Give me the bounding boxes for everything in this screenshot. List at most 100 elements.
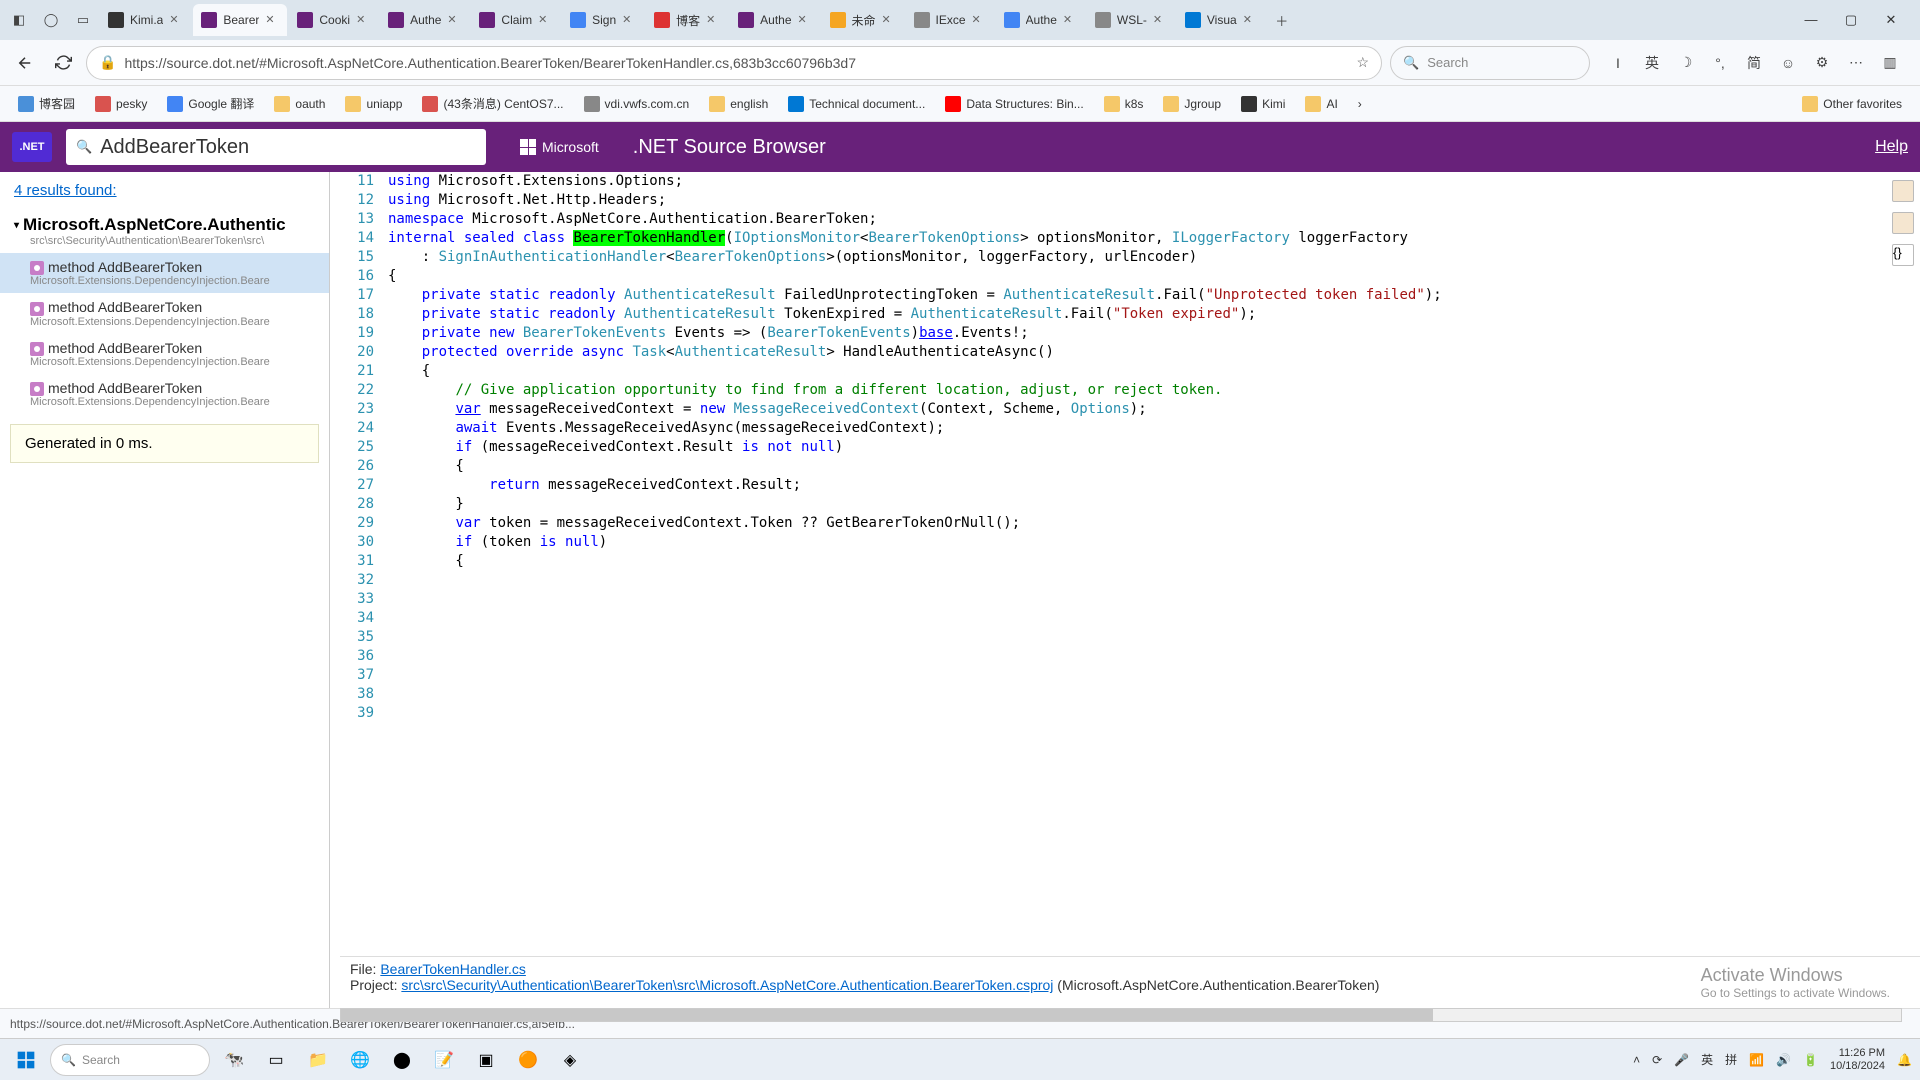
- help-link[interactable]: Help: [1875, 138, 1908, 156]
- browser-tab[interactable]: 未命✕: [822, 4, 904, 36]
- line-number[interactable]: 38: [330, 685, 374, 704]
- line-number[interactable]: 24: [330, 419, 374, 438]
- line-number[interactable]: 16: [330, 267, 374, 286]
- browser-tab[interactable]: Bearer✕: [193, 4, 287, 36]
- tab-actions-icon[interactable]: ▭: [68, 5, 98, 35]
- code-line[interactable]: {: [388, 457, 1920, 476]
- code-content[interactable]: using Microsoft.Extensions.Options;using…: [388, 172, 1920, 571]
- close-tab-icon[interactable]: ✕: [265, 13, 279, 27]
- new-tab-button[interactable]: ＋: [1267, 5, 1297, 35]
- wifi-icon[interactable]: 📶: [1749, 1053, 1764, 1067]
- bookmark-item[interactable]: (43条消息) CentOS7...: [414, 91, 571, 116]
- line-number[interactable]: 25: [330, 438, 374, 457]
- line-number[interactable]: 27: [330, 476, 374, 495]
- battery-icon[interactable]: 🔋: [1803, 1053, 1818, 1067]
- line-number[interactable]: 28: [330, 495, 374, 514]
- emoji-icon[interactable]: ☺: [1776, 51, 1800, 75]
- search-result-item[interactable]: method AddBearerTokenMicrosoft.Extension…: [0, 334, 329, 374]
- browser-tab[interactable]: Sign✕: [562, 4, 644, 36]
- ime-mode[interactable]: 简: [1742, 51, 1766, 75]
- structure-icon[interactable]: [1892, 212, 1914, 234]
- taskbar-app-animal[interactable]: 🐄: [216, 1042, 252, 1078]
- other-favorites[interactable]: Other favorites: [1794, 92, 1910, 116]
- close-tab-icon[interactable]: ✕: [882, 13, 896, 27]
- close-tab-icon[interactable]: ✕: [972, 13, 986, 27]
- line-number[interactable]: 39: [330, 704, 374, 723]
- code-line[interactable]: // Give application opportunity to find …: [388, 381, 1920, 400]
- extensions-icon[interactable]: ⋯: [1844, 51, 1868, 75]
- file-explorer-icon[interactable]: 📁: [300, 1042, 336, 1078]
- browser-search-box[interactable]: 🔍 Search: [1390, 46, 1590, 80]
- start-button[interactable]: [8, 1042, 44, 1078]
- line-number[interactable]: 12: [330, 191, 374, 210]
- bookmark-item[interactable]: vdi.vwfs.com.cn: [576, 91, 698, 116]
- line-number[interactable]: 11: [330, 172, 374, 191]
- code-viewer[interactable]: 1112131415161718192021222324252627282930…: [330, 172, 1920, 1008]
- back-button[interactable]: [10, 48, 40, 78]
- line-number[interactable]: 22: [330, 381, 374, 400]
- code-line[interactable]: var token = messageReceivedContext.Token…: [388, 514, 1920, 533]
- line-number[interactable]: 35: [330, 628, 374, 647]
- scrollbar-thumb[interactable]: [341, 1009, 1433, 1021]
- browser-tab[interactable]: Claim✕: [471, 4, 560, 36]
- line-number[interactable]: 17: [330, 286, 374, 305]
- browser-tab[interactable]: IExce✕: [906, 4, 994, 36]
- volume-icon[interactable]: 🔊: [1776, 1053, 1791, 1067]
- project-link[interactable]: src\src\Security\Authentication\BearerTo…: [401, 977, 1053, 993]
- browser-tab[interactable]: 博客✕: [646, 4, 728, 36]
- source-search-input[interactable]: [100, 136, 476, 159]
- code-line[interactable]: {: [388, 267, 1920, 286]
- braces-icon[interactable]: {}: [1892, 244, 1914, 266]
- line-number[interactable]: 21: [330, 362, 374, 381]
- line-number[interactable]: 13: [330, 210, 374, 229]
- line-number[interactable]: 15: [330, 248, 374, 267]
- line-number[interactable]: 19: [330, 324, 374, 343]
- browser-tab[interactable]: Kimi.a✕: [100, 4, 191, 36]
- code-line[interactable]: private static readonly AuthenticateResu…: [388, 286, 1920, 305]
- bookmark-item[interactable]: Kimi: [1233, 91, 1293, 116]
- code-line[interactable]: return messageReceivedContext.Result;: [388, 476, 1920, 495]
- bookmark-item[interactable]: english: [701, 91, 776, 116]
- line-number[interactable]: 37: [330, 666, 374, 685]
- profile-icon[interactable]: ◧: [4, 5, 34, 35]
- dark-mode-icon[interactable]: ☽: [1674, 51, 1698, 75]
- code-line[interactable]: var messageReceivedContext = new Message…: [388, 400, 1920, 419]
- code-line[interactable]: {: [388, 362, 1920, 381]
- collections-icon[interactable]: ▥: [1878, 51, 1902, 75]
- edge-browser-icon[interactable]: 🌐: [342, 1042, 378, 1078]
- browser-tab[interactable]: Cooki✕: [289, 4, 378, 36]
- bookmark-item[interactable]: pesky: [87, 91, 155, 116]
- close-tab-icon[interactable]: ✕: [169, 13, 183, 27]
- horizontal-scrollbar[interactable]: [340, 1008, 1902, 1022]
- bookmark-item[interactable]: AI: [1297, 91, 1345, 116]
- close-tab-icon[interactable]: ✕: [538, 13, 552, 27]
- close-tab-icon[interactable]: ✕: [1063, 13, 1077, 27]
- bookmark-item[interactable]: uniapp: [337, 91, 410, 116]
- ime-lang[interactable]: 英: [1640, 51, 1664, 75]
- tray-chevron-icon[interactable]: ˄: [1633, 1053, 1640, 1067]
- outline-icon[interactable]: [1892, 180, 1914, 202]
- clock[interactable]: 11:26 PM 10/18/2024: [1830, 1047, 1885, 1071]
- visual-studio-icon[interactable]: ◈: [552, 1042, 588, 1078]
- task-view-button[interactable]: ▭: [258, 1042, 294, 1078]
- line-number[interactable]: 20: [330, 343, 374, 362]
- line-number[interactable]: 29: [330, 514, 374, 533]
- close-tab-icon[interactable]: ✕: [1243, 13, 1257, 27]
- code-line[interactable]: if (token is null): [388, 533, 1920, 552]
- dotnet-logo[interactable]: .NET: [12, 132, 52, 162]
- line-number[interactable]: 33: [330, 590, 374, 609]
- sync-icon[interactable]: ⟳: [1652, 1053, 1662, 1067]
- bookmark-item[interactable]: oauth: [266, 91, 333, 116]
- code-line[interactable]: : SignInAuthenticationHandler<BearerToke…: [388, 248, 1920, 267]
- close-tab-icon[interactable]: ✕: [798, 13, 812, 27]
- maximize-button[interactable]: ▢: [1836, 12, 1866, 28]
- code-line[interactable]: }: [388, 495, 1920, 514]
- code-line[interactable]: private static readonly AuthenticateResu…: [388, 305, 1920, 324]
- code-line[interactable]: await Events.MessageReceivedAsync(messag…: [388, 419, 1920, 438]
- file-link[interactable]: BearerTokenHandler.cs: [380, 961, 526, 977]
- line-number[interactable]: 34: [330, 609, 374, 628]
- bookmark-item[interactable]: 博客园: [10, 91, 83, 116]
- line-number[interactable]: 14: [330, 229, 374, 248]
- search-result-item[interactable]: method AddBearerTokenMicrosoft.Extension…: [0, 374, 329, 414]
- browser-tab[interactable]: Authe✕: [730, 4, 819, 36]
